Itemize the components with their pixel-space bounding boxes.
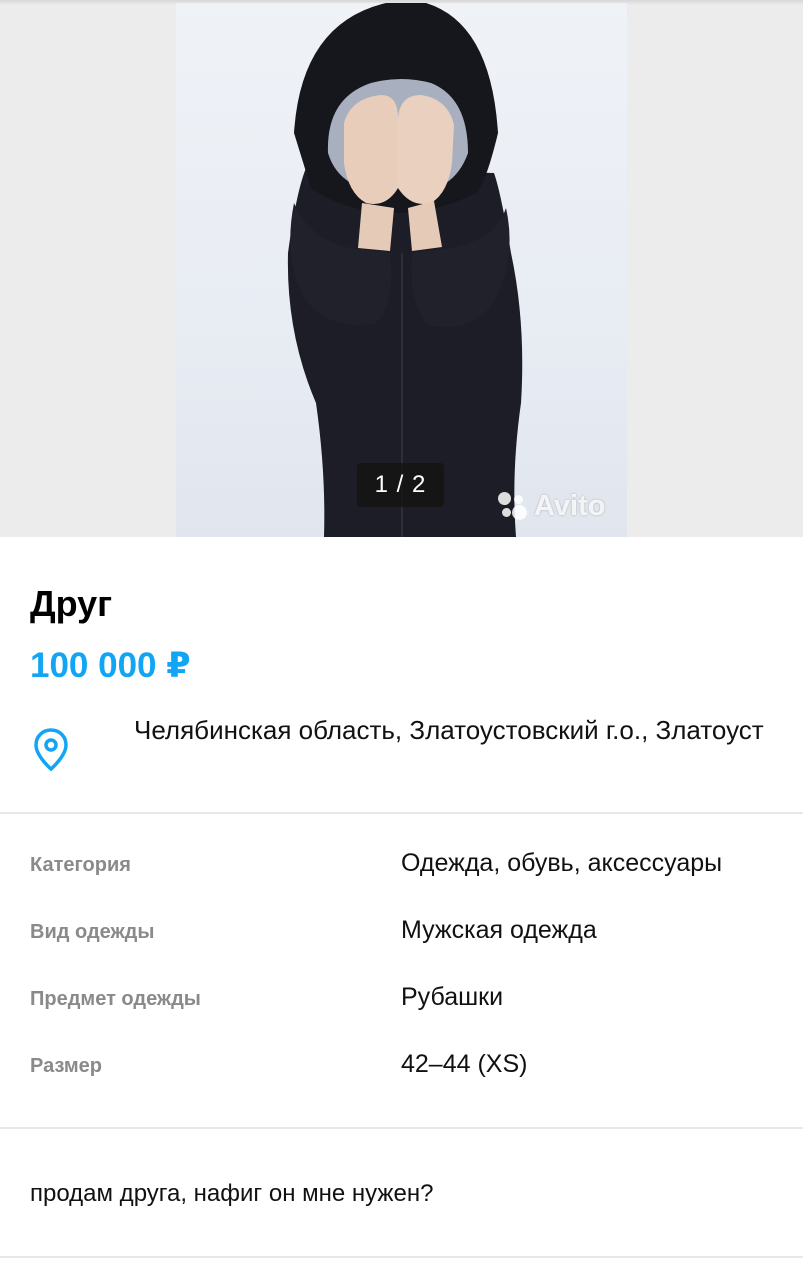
location-pin-icon [34, 728, 68, 772]
param-label-clothing-item: Предмет одежды [30, 988, 201, 1010]
param-value-clothing-type: Мужская одежда [401, 916, 597, 944]
section-divider [0, 1256, 803, 1258]
param-value-size: 42–44 (XS) [401, 1050, 528, 1078]
listing-address[interactable]: Челябинская область, Златоустовский г.о.… [134, 709, 774, 751]
photo-counter: 1 / 2 [357, 463, 444, 507]
listing-title: Друг [30, 583, 113, 624]
listing-price: 100 000 ₽ [30, 646, 191, 685]
param-label-clothing-type: Вид одежды [30, 921, 155, 943]
param-value-category: Одежда, обувь, аксессуары [401, 849, 723, 877]
avito-watermark: Avito [496, 488, 605, 524]
section-divider [0, 812, 803, 814]
listing-photo[interactable] [176, 3, 627, 537]
listing-description: продам друга, нафиг он мне нужен? [30, 1180, 434, 1207]
param-label-category: Категория [30, 854, 131, 876]
hooded-person-image [287, 3, 523, 537]
avito-logo-icon [496, 489, 530, 523]
section-divider [0, 1127, 803, 1129]
param-value-clothing-item: Рубашки [401, 983, 504, 1011]
param-label-size: Размер [30, 1055, 103, 1077]
watermark-text: Avito [534, 489, 606, 522]
photo-gallery[interactable]: 1 / 2 Avito [0, 0, 803, 537]
